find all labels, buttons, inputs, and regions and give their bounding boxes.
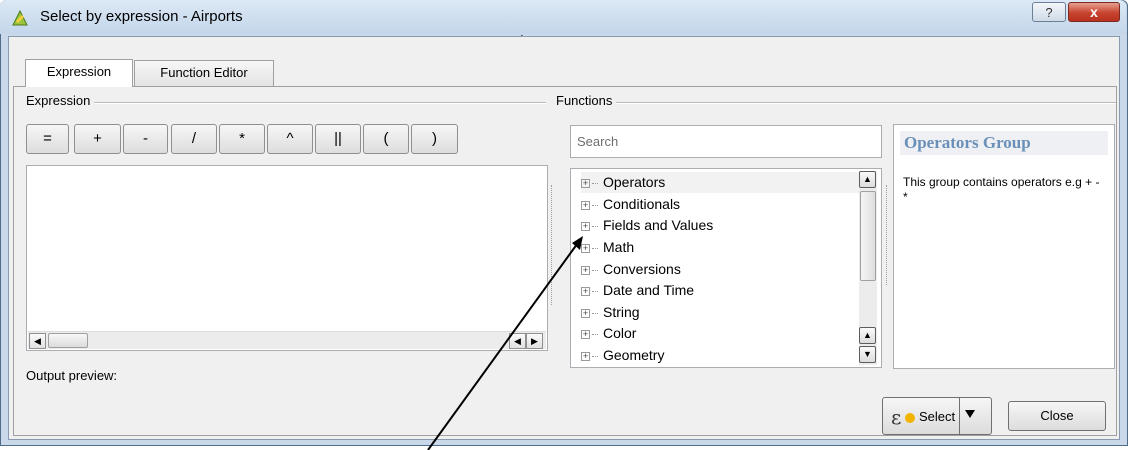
operator-plus-button[interactable]: + xyxy=(74,124,121,154)
function-tree-vertical-scrollbar[interactable]: ▲ ▲ ▼ xyxy=(859,171,877,365)
scroll-down-icon[interactable]: ▼ xyxy=(859,346,876,363)
scroll-thumb[interactable] xyxy=(48,333,88,348)
scroll-thumb[interactable] xyxy=(860,191,876,281)
help-panel: Operators Group This group contains oper… xyxy=(893,124,1115,369)
qgis-icon xyxy=(12,9,28,26)
scroll-right-icon[interactable]: ▶ xyxy=(526,333,543,349)
tree-item-math[interactable]: + Math xyxy=(581,237,861,258)
operator-equals-button[interactable]: = xyxy=(26,124,69,154)
help-title: Operators Group xyxy=(900,131,1108,155)
expand-icon[interactable]: + xyxy=(581,308,590,318)
expand-icon[interactable]: + xyxy=(581,265,590,275)
expand-icon[interactable]: + xyxy=(581,351,590,361)
select-button[interactable]: ε Select xyxy=(882,397,992,435)
expression-group-label: Expression xyxy=(26,93,95,108)
tree-item-color[interactable]: + Color xyxy=(581,323,861,344)
operator-minus-button[interactable]: - xyxy=(123,124,168,154)
help-text: This group contains operators e.g + - * xyxy=(903,175,1100,204)
tab-function-editor[interactable]: Function Editor xyxy=(134,60,274,86)
expression-epsilon-icon: ε xyxy=(891,405,902,429)
scroll-up-icon[interactable]: ▲ xyxy=(859,327,876,344)
expand-icon[interactable]: + xyxy=(581,243,590,253)
functions-group-label: Functions xyxy=(556,93,617,108)
close-title-button[interactable]: x xyxy=(1068,2,1120,22)
tree-item-conversions[interactable]: + Conversions xyxy=(581,259,861,280)
tree-item-date-and-time[interactable]: + Date and Time xyxy=(581,280,861,301)
scroll-left-icon[interactable]: ◀ xyxy=(509,333,526,349)
operator-concat-button[interactable]: || xyxy=(315,124,361,154)
expand-icon[interactable]: + xyxy=(581,178,590,188)
splitter-handle[interactable] xyxy=(886,185,890,285)
window-title: Select by expression - Airports xyxy=(40,8,243,25)
tree-item-conditionals[interactable]: + Conditionals xyxy=(581,194,861,215)
tab-expression[interactable]: Expression xyxy=(25,59,133,87)
expression-group-line xyxy=(26,102,546,104)
help-title-button[interactable]: ? xyxy=(1032,2,1066,22)
chevron-down-icon[interactable] xyxy=(965,410,975,418)
scroll-up-icon[interactable]: ▲ xyxy=(859,171,876,188)
operator-close-paren-button[interactable]: ) xyxy=(411,124,458,154)
tree-item-fields-and-values[interactable]: + Fields and Values xyxy=(581,215,861,236)
output-preview-label: Output preview: xyxy=(26,368,118,383)
scroll-left-icon[interactable]: ◀ xyxy=(29,333,46,349)
expand-icon[interactable]: + xyxy=(581,200,590,210)
operator-multiply-button[interactable]: * xyxy=(219,124,265,154)
function-tree[interactable]: + Operators + Conditionals + Fields and Val… xyxy=(570,168,882,368)
expression-horizontal-scrollbar[interactable]: ◀ ◀ ▶ xyxy=(28,331,546,349)
title-bar[interactable]: Select by expression - Airports ? x xyxy=(0,0,1126,34)
operator-power-button[interactable]: ^ xyxy=(267,124,313,154)
tree-item-operators[interactable]: + Operators xyxy=(581,172,861,193)
expression-editor[interactable] xyxy=(26,165,548,351)
tree-item-geometry[interactable]: + Geometry xyxy=(581,345,861,366)
functions-group-line xyxy=(556,102,1116,104)
select-dropdown-divider xyxy=(959,398,960,434)
close-button[interactable]: Close xyxy=(1008,401,1106,431)
operator-open-paren-button[interactable]: ( xyxy=(363,124,409,154)
operator-divide-button[interactable]: / xyxy=(171,124,217,154)
expand-icon[interactable]: + xyxy=(581,329,590,339)
expand-icon[interactable]: + xyxy=(581,221,590,231)
select-button-label: Select xyxy=(919,409,956,424)
tree-item-string[interactable]: + String xyxy=(581,302,861,323)
splitter-handle[interactable] xyxy=(551,185,555,305)
select-spark-icon xyxy=(905,413,915,423)
expand-icon[interactable]: + xyxy=(581,286,590,296)
function-search-input[interactable] xyxy=(570,125,882,158)
